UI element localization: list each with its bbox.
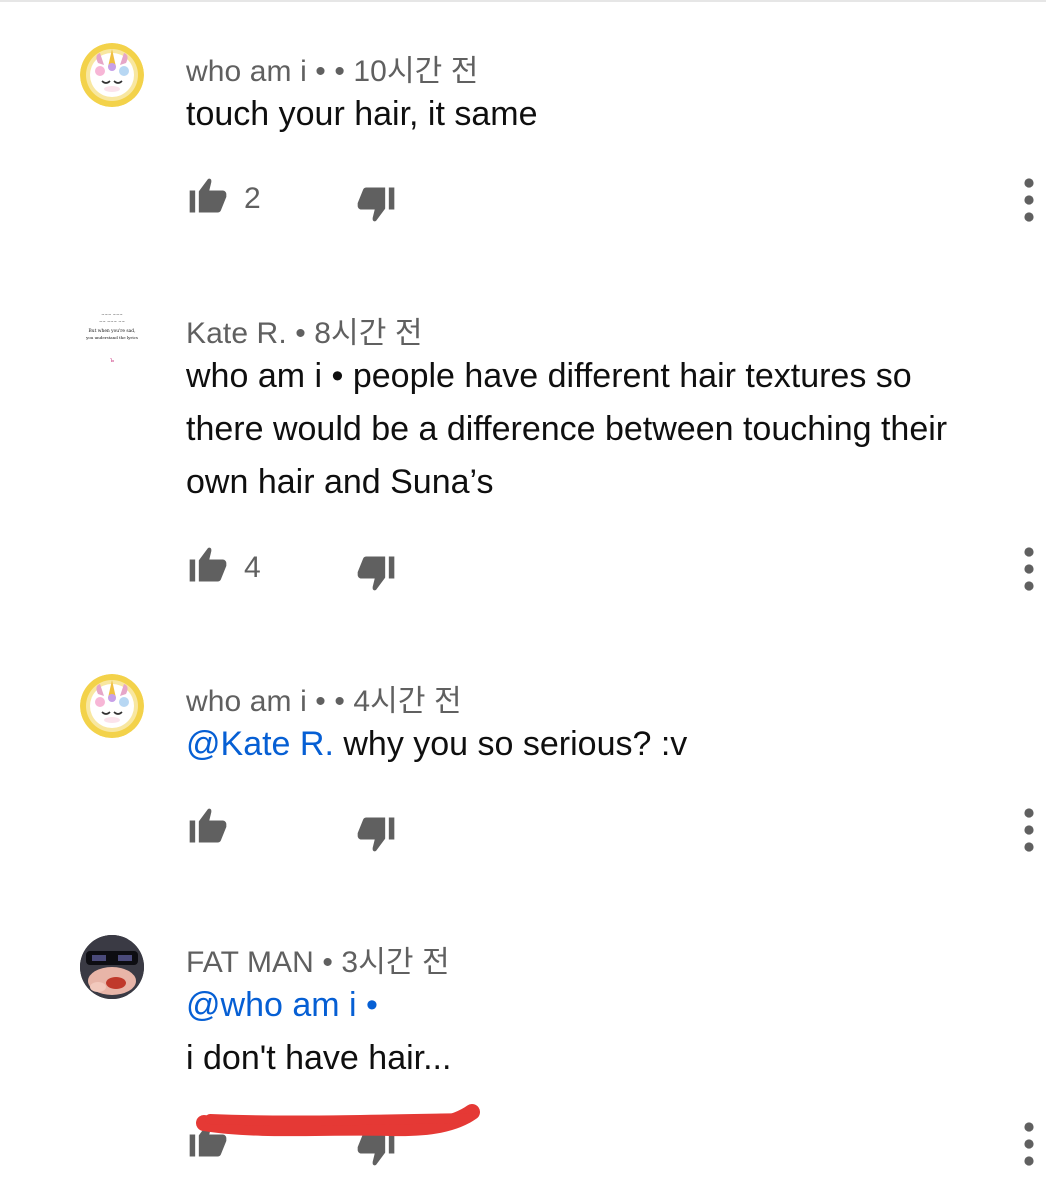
dislike-button[interactable] [354, 1126, 398, 1170]
comment-body: who am i • people have different hair te… [186, 350, 1036, 509]
avatar-text-2: you understand the lyrics [85, 335, 138, 340]
avatar[interactable] [80, 674, 144, 738]
timestamp[interactable]: 4시간 전 [353, 685, 461, 718]
thumb-down-icon [354, 1126, 398, 1170]
comment-line: own hair and Suna’s [186, 463, 494, 501]
comment-line: there would be a difference between touc… [186, 410, 948, 448]
timestamp[interactable]: 3시간 전 [341, 946, 449, 979]
meta-separator: • [322, 946, 333, 979]
top-divider [0, 0, 1046, 2]
more-options-button[interactable] [1018, 547, 1040, 591]
author-name[interactable]: FAT MAN [186, 946, 314, 979]
svg-text:ъ: ъ [110, 357, 114, 364]
like-button[interactable] [186, 174, 230, 218]
more-options-button[interactable] [1018, 178, 1040, 222]
mention-link[interactable]: @Kate R. [186, 725, 334, 763]
like-button[interactable] [186, 804, 230, 848]
comment-line: touch your hair, it same [186, 95, 538, 133]
comment-line: who am i • people have different hair te… [186, 357, 912, 395]
comment-meta: Kate R. • 8시간 전 [186, 308, 423, 352]
dislike-button[interactable] [354, 182, 398, 226]
more-vert-icon [1018, 547, 1040, 591]
thumb-down-icon [354, 551, 398, 595]
comment-line: i don't have hair... [186, 1039, 452, 1077]
comment-text: why you so serious? :v [333, 725, 688, 763]
thumb-up-icon [186, 1118, 230, 1162]
meta-separator: • • [315, 685, 345, 718]
unicorn-avatar-icon [80, 43, 144, 107]
unicorn-avatar-icon [80, 674, 144, 738]
comment-body: touch your hair, it same [186, 88, 1036, 141]
lyrics-avatar-icon: ~~~ ~~~ ~~ ~~~ ~~ But when you're sad, y… [80, 304, 144, 368]
comment-body: @Kate R. why you so serious? :v [186, 718, 1036, 771]
more-options-button[interactable] [1018, 1122, 1040, 1166]
thumb-down-icon [354, 182, 398, 226]
avatar[interactable] [80, 43, 144, 107]
thumb-down-icon [354, 812, 398, 856]
like-count: 2 [244, 182, 261, 215]
comment-meta: who am i • • 4시간 전 [186, 676, 462, 720]
dislike-button[interactable] [354, 812, 398, 856]
avatar[interactable]: ~~~ ~~~ ~~ ~~~ ~~ But when you're sad, y… [80, 304, 144, 368]
avatar-text-1: But when you're sad, [89, 329, 136, 334]
more-vert-icon [1018, 178, 1040, 222]
thumb-up-icon [186, 174, 230, 218]
more-vert-icon [1018, 808, 1040, 852]
thumb-up-icon [186, 804, 230, 848]
more-vert-icon [1018, 1122, 1040, 1166]
thumb-up-icon [186, 543, 230, 587]
author-name[interactable]: who am i [186, 685, 307, 718]
meta-separator: • • [315, 55, 345, 88]
svg-text:~~~ ~~~: ~~~ ~~~ [101, 312, 122, 317]
avatar[interactable] [80, 935, 144, 999]
more-options-button[interactable] [1018, 808, 1040, 852]
author-name[interactable]: Kate R. [186, 317, 287, 350]
svg-text:~~ ~~~ ~~: ~~ ~~~ ~~ [99, 319, 125, 324]
person-avatar-icon [80, 935, 144, 999]
author-name[interactable]: who am i [186, 55, 307, 88]
comment-body: @who am i • i don't have hair... [186, 979, 1036, 1085]
timestamp[interactable]: 8시간 전 [314, 317, 422, 350]
like-button[interactable] [186, 543, 230, 587]
timestamp[interactable]: 10시간 전 [353, 55, 478, 88]
like-count: 4 [244, 551, 261, 584]
comment-meta: who am i • • 10시간 전 [186, 46, 479, 90]
like-button[interactable] [186, 1118, 230, 1162]
comment-meta: FAT MAN • 3시간 전 [186, 937, 450, 981]
dislike-button[interactable] [354, 551, 398, 595]
mention-link[interactable]: @who am i • [186, 979, 1036, 1032]
meta-separator: • [295, 317, 306, 350]
